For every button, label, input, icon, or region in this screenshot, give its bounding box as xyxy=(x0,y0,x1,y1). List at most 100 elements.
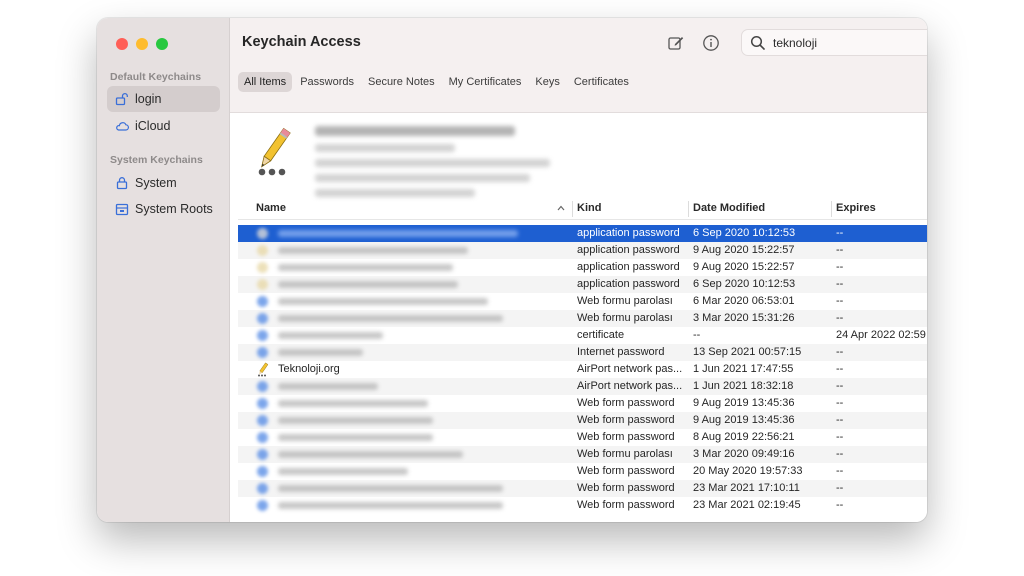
sidebar-item-label: System xyxy=(135,176,177,190)
table-row[interactable]: application password 9 Aug 2020 15:22:57 -… xyxy=(238,242,927,259)
redacted-icon xyxy=(257,381,268,392)
cell-date-modified: 3 Mar 2020 09:49:16 xyxy=(693,448,795,460)
cell-kind: application password xyxy=(577,227,680,239)
redacted-icon xyxy=(257,415,268,426)
redacted-icon xyxy=(257,313,268,324)
redacted-name xyxy=(278,434,433,441)
cell-kind: Web form password xyxy=(577,499,675,511)
cell-date-modified: 9 Aug 2020 15:22:57 xyxy=(693,261,795,273)
column-divider[interactable] xyxy=(572,201,573,217)
cell-expires: -- xyxy=(836,397,844,409)
table-row[interactable]: Web formu parolası 3 Mar 2020 15:31:26 -- xyxy=(238,310,927,327)
redacted-name xyxy=(278,383,378,390)
cell-expires: -- xyxy=(836,227,844,239)
redacted-name xyxy=(278,332,383,339)
redacted-icon xyxy=(257,432,268,443)
cell-date-modified: -- xyxy=(693,329,701,341)
redacted-name xyxy=(278,485,503,492)
table-row[interactable]: AirPort network pas... 1 Jun 2021 18:32:1… xyxy=(238,378,927,395)
redacted-icon xyxy=(257,262,268,273)
redacted-name xyxy=(278,468,408,475)
table-row[interactable]: Web form password 23 Mar 2021 17:10:11 -- xyxy=(238,480,927,497)
sidebar-item-system[interactable]: System xyxy=(107,170,220,196)
redacted-icon xyxy=(257,466,268,477)
redacted-text xyxy=(315,174,530,182)
cell-expires: -- xyxy=(836,295,844,307)
close-button[interactable] xyxy=(116,38,128,50)
column-divider[interactable] xyxy=(831,201,832,217)
column-kind[interactable]: Kind xyxy=(577,202,601,214)
cell-date-modified: 8 Aug 2019 22:56:21 xyxy=(693,431,795,443)
window-title: Keychain Access xyxy=(242,34,361,50)
table-row[interactable]: application password 9 Aug 2020 15:22:57 -… xyxy=(238,259,927,276)
cell-kind: AirPort network pas... xyxy=(577,380,683,392)
cell-expires: -- xyxy=(836,482,844,494)
keychain-window: Default Keychains login iCloud System Ke… xyxy=(97,18,927,522)
cell-date-modified: 6 Sep 2020 10:12:53 xyxy=(693,227,796,239)
minimize-button[interactable] xyxy=(136,38,148,50)
cell-kind: Web form password xyxy=(577,482,675,494)
lock-open-icon xyxy=(115,92,129,106)
tab-secure-notes[interactable]: Secure Notes xyxy=(362,72,441,92)
new-item-icon[interactable] xyxy=(667,34,685,52)
cell-kind: Web form password xyxy=(577,431,675,443)
cell-expires: -- xyxy=(836,431,844,443)
cell-expires: -- xyxy=(836,346,844,358)
cell-kind: Web form password xyxy=(577,397,675,409)
redacted-name xyxy=(278,417,433,424)
password-item-icon xyxy=(258,127,291,176)
cell-date-modified: 6 Sep 2020 10:12:53 xyxy=(693,278,796,290)
table-row[interactable]: Web formu parolası 6 Mar 2020 06:53:01 -- xyxy=(238,293,927,310)
table-row[interactable]: Web formu parolası 3 Mar 2020 09:49:16 -- xyxy=(238,446,927,463)
column-divider[interactable] xyxy=(688,201,689,217)
sidebar-item-login[interactable]: login xyxy=(107,86,220,112)
table-row[interactable]: Web form password 20 May 2020 19:57:33 -- xyxy=(238,463,927,480)
column-name[interactable]: Name xyxy=(256,202,286,214)
sort-ascending-icon[interactable] xyxy=(556,203,566,213)
sidebar-section-system: System Keychains xyxy=(110,154,203,166)
redacted-name xyxy=(278,502,503,509)
search-icon xyxy=(750,35,765,50)
table-row[interactable]: Web form password 9 Aug 2019 13:45:36 -- xyxy=(238,412,927,429)
table-row[interactable]: Web form password 8 Aug 2019 22:56:21 -- xyxy=(238,429,927,446)
redacted-text xyxy=(315,189,475,197)
cell-date-modified: 20 May 2020 19:57:33 xyxy=(693,465,803,477)
table-row[interactable]: Web form password 23 Mar 2021 02:19:45 -- xyxy=(238,497,927,514)
table-row[interactable]: certificate -- 24 Apr 2022 02:59 xyxy=(238,327,927,344)
sidebar-item-label: login xyxy=(135,92,162,106)
tab-all-items[interactable]: All Items xyxy=(238,72,293,92)
cell-expires: -- xyxy=(836,261,844,273)
tab-passwords[interactable]: Passwords xyxy=(294,72,360,92)
search-field[interactable]: × xyxy=(741,29,927,56)
redacted-name xyxy=(278,400,428,407)
tab-certificates[interactable]: Certificates xyxy=(568,72,635,92)
table-row[interactable]: Internet password 13 Sep 2021 00:57:15 -- xyxy=(238,344,927,361)
cell-kind: Web formu parolası xyxy=(577,448,673,460)
redacted-name xyxy=(278,264,453,271)
redacted-icon xyxy=(257,347,268,358)
cell-expires: -- xyxy=(836,278,844,290)
cell-expires: -- xyxy=(836,312,844,324)
redacted-icon xyxy=(257,279,268,290)
sidebar-item-icloud[interactable]: iCloud xyxy=(107,113,220,139)
info-icon[interactable] xyxy=(702,34,720,52)
tab-my-certificates[interactable]: My Certificates xyxy=(443,72,528,92)
table-row[interactable]: application password 6 Sep 2020 10:12:53 -… xyxy=(238,276,927,293)
zoom-button[interactable] xyxy=(156,38,168,50)
column-expires[interactable]: Expires xyxy=(836,202,876,214)
column-date-modified[interactable]: Date Modified xyxy=(693,202,765,214)
sidebar-item-system-roots[interactable]: System Roots xyxy=(107,196,220,222)
toolbar: Keychain Access × All Items Pa xyxy=(230,18,927,113)
cell-expires: -- xyxy=(836,448,844,460)
cell-date-modified: 13 Sep 2021 00:57:15 xyxy=(693,346,802,358)
table-row[interactable]: Web form password 9 Aug 2019 13:45:36 -- xyxy=(238,395,927,412)
redacted-icon xyxy=(257,483,268,494)
tab-keys[interactable]: Keys xyxy=(529,72,565,92)
item-detail-header xyxy=(230,114,927,202)
cloud-icon xyxy=(115,119,129,133)
search-input[interactable] xyxy=(773,35,927,50)
cell-expires: -- xyxy=(836,380,844,392)
table-row[interactable]: application password 6 Sep 2020 10:12:53 -… xyxy=(238,225,927,242)
table-row[interactable]: Teknoloji.org AirPort network pas... 1 Jun… xyxy=(238,361,927,378)
redacted-icon xyxy=(257,245,268,256)
